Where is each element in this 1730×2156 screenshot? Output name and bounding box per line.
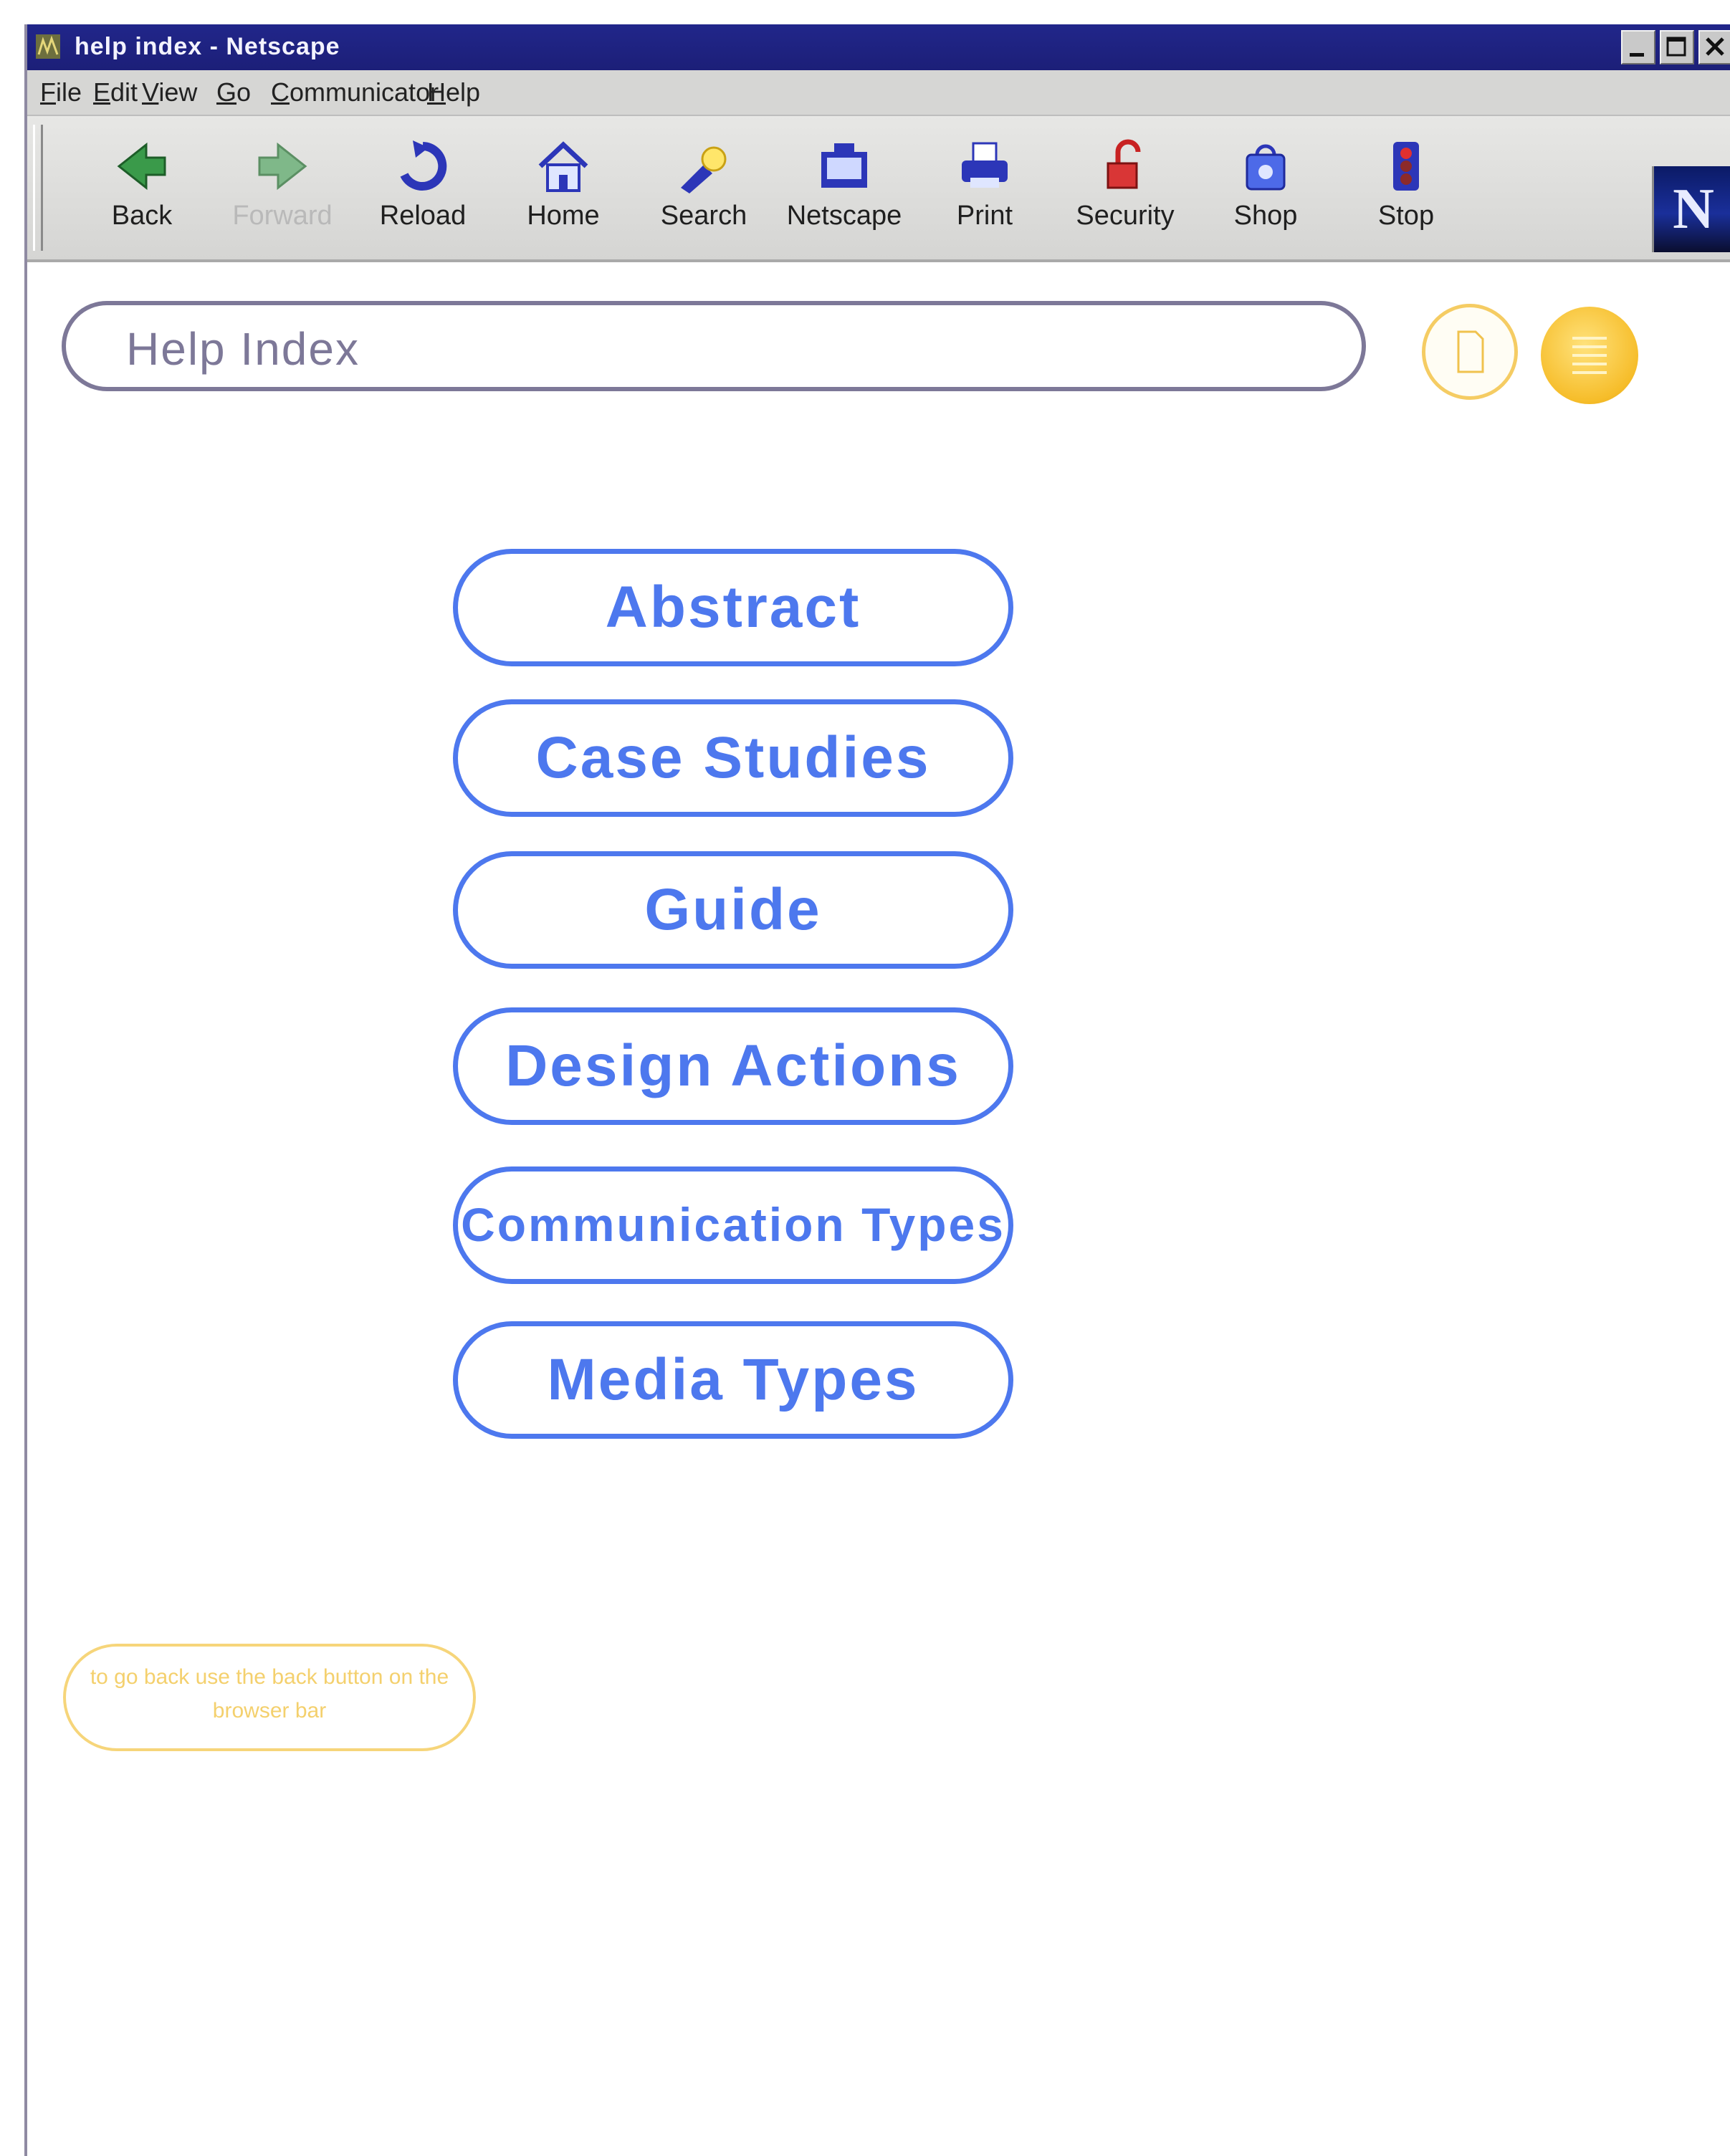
case-studies-button[interactable]: Case Studies: [453, 699, 1013, 817]
security-button[interactable]: Security: [1061, 123, 1190, 252]
security-label: Security: [1076, 201, 1175, 231]
maximize-button[interactable]: [1660, 30, 1694, 64]
netscape-icon: [821, 143, 867, 188]
menu-file[interactable]: File: [40, 77, 82, 107]
print-button[interactable]: Print: [920, 123, 1049, 252]
document-button[interactable]: [1422, 304, 1518, 400]
reload-icon: [400, 140, 447, 191]
page-title-bar: Help Index: [62, 301, 1366, 391]
abstract-button[interactable]: Abstract: [453, 549, 1013, 666]
list-icon: [1572, 337, 1607, 374]
close-icon: [1706, 37, 1724, 56]
shop-label: Shop: [1233, 201, 1298, 231]
menu-bar: File Edit View Go Communicator Help: [27, 70, 1730, 116]
title-bar: help index - Netscape: [27, 24, 1730, 70]
netscape-button[interactable]: Netscape: [780, 123, 909, 252]
media-types-button[interactable]: Media Types: [453, 1321, 1013, 1439]
stop-button[interactable]: Stop: [1342, 123, 1471, 252]
shop-bag-icon: [1246, 144, 1286, 191]
shop-button[interactable]: Shop: [1201, 123, 1330, 252]
home-label: Home: [527, 201, 600, 231]
guide-button[interactable]: Guide: [453, 851, 1013, 969]
minimize-button[interactable]: [1621, 30, 1655, 64]
reload-label: Reload: [379, 201, 467, 231]
document-icon: [1457, 330, 1484, 373]
stop-icon: [1393, 142, 1419, 191]
navigation-toolbar: Back Forward Reload Home Search Netscape…: [27, 116, 1730, 262]
search-button[interactable]: Search: [639, 123, 768, 252]
print-icon: [962, 142, 1008, 188]
forward-label: Forward: [232, 201, 333, 231]
toolbar-grip[interactable]: [33, 125, 43, 251]
close-button[interactable]: [1698, 30, 1730, 64]
menu-help[interactable]: Help: [427, 77, 480, 107]
menu-go[interactable]: Go: [216, 77, 251, 107]
menu-communicator[interactable]: Communicator: [271, 77, 439, 107]
reload-button[interactable]: Reload: [358, 123, 487, 252]
maximize-icon: [1666, 37, 1686, 57]
home-icon: [538, 141, 588, 192]
print-label: Print: [956, 201, 1013, 231]
search-label: Search: [660, 201, 747, 231]
netscape-window-icon: [36, 34, 60, 59]
window-controls: [1621, 30, 1730, 64]
list-button[interactable]: [1541, 307, 1638, 404]
back-button[interactable]: Back: [77, 123, 206, 252]
netscape-label: Netscape: [786, 201, 902, 231]
forward-button[interactable]: Forward: [218, 123, 347, 252]
stop-label: Stop: [1377, 201, 1435, 231]
netscape-logo[interactable]: N: [1652, 166, 1730, 252]
home-button[interactable]: Home: [499, 123, 628, 252]
back-label: Back: [111, 201, 173, 231]
forward-arrow-icon: [258, 142, 307, 191]
page-title: Help Index: [126, 323, 360, 375]
menu-view[interactable]: View: [142, 77, 197, 107]
window-title: help index - Netscape: [75, 33, 340, 60]
back-arrow-icon: [117, 142, 166, 191]
browser-window: help index - Netscape File Edit View Go …: [24, 24, 1730, 2156]
design-actions-button[interactable]: Design Actions: [453, 1007, 1013, 1125]
communication-types-button[interactable]: Communication Types: [453, 1166, 1013, 1284]
security-lock-icon: [1107, 139, 1141, 189]
menu-edit[interactable]: Edit: [93, 77, 138, 107]
page-content: Help Index Abstract Case Studies Guide D…: [27, 262, 1730, 2156]
back-hint-note: to go back use the back button on the br…: [63, 1644, 476, 1751]
search-icon: [681, 146, 727, 193]
minimize-icon: [1630, 53, 1644, 57]
